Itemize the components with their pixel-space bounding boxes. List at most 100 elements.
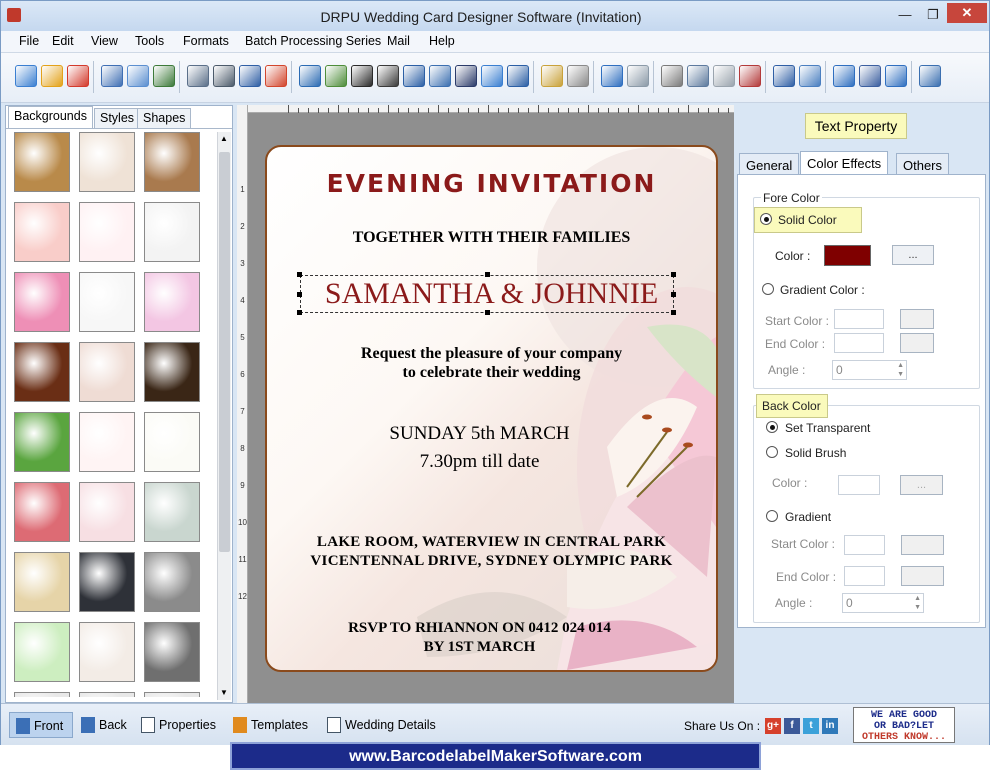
tab-front[interactable]: Front [9, 712, 73, 738]
selection-handle[interactable] [671, 310, 676, 315]
back-gradient-label[interactable]: Gradient [785, 510, 831, 524]
selection-handle[interactable] [671, 272, 676, 277]
thumbnail-bg-dark-border[interactable] [79, 552, 135, 612]
scroll-down-icon[interactable]: ▼ [220, 688, 228, 697]
selection-handle[interactable] [297, 272, 302, 277]
barcode2-icon[interactable] [377, 65, 399, 87]
thumbnail-bg-couples[interactable] [79, 272, 135, 332]
vertical-scrollbar[interactable]: ▲ ▼ [217, 132, 231, 700]
thumbnail-bg-floral-gold[interactable] [14, 132, 70, 192]
undo-icon[interactable] [601, 65, 623, 87]
thumbnail-bg-leaf-bird[interactable] [14, 412, 70, 472]
back-end-color-button[interactable] [901, 566, 944, 586]
save-icon[interactable] [101, 65, 123, 87]
thumbnail-bg-rose-petals[interactable] [79, 412, 135, 472]
card-date[interactable]: SUNDAY 5th MARCH [267, 423, 704, 445]
export-icon[interactable] [153, 65, 175, 87]
facebook-icon[interactable]: f [784, 718, 800, 734]
tab-shapes[interactable]: Shapes [137, 108, 192, 128]
properties-icon[interactable] [187, 65, 209, 87]
word-art-icon[interactable] [429, 65, 451, 87]
selection-handle[interactable] [297, 292, 302, 297]
card-venue-line2[interactable]: VICENTENNAL DRIVE, SYDNEY OLYMPIC PARK [267, 553, 716, 570]
spinner-arrows-icon[interactable]: ▲ ▼ [897, 361, 904, 379]
tab-styles[interactable]: Styles [94, 108, 141, 128]
database-icon[interactable] [541, 65, 563, 87]
fore-end-color-swatch[interactable] [834, 333, 884, 353]
fore-angle-spinner[interactable]: 0 ▲ ▼ [832, 360, 907, 380]
restore-button[interactable]: ❐ [919, 5, 947, 25]
tab-wedding-details[interactable]: Wedding Details [321, 712, 444, 738]
invitation-card[interactable]: EVENING INVITATION TOGETHER WITH THEIR F… [265, 145, 718, 672]
solid-color-radio[interactable] [760, 213, 772, 225]
menu-view[interactable]: View [91, 34, 118, 48]
thumbnail-bg-pink-flowers[interactable] [14, 202, 70, 262]
back-color-browse-button[interactable]: ... [900, 475, 943, 495]
selection-handle[interactable] [485, 310, 490, 315]
close-button[interactable]: ✕ [947, 3, 987, 23]
database2-icon[interactable] [567, 65, 589, 87]
save-as-icon[interactable] [127, 65, 149, 87]
tab-back[interactable]: Back [75, 712, 135, 738]
back-gradient-radio[interactable] [766, 510, 778, 522]
text-icon[interactable] [403, 65, 425, 87]
selection-handle[interactable] [671, 292, 676, 297]
thumbnail-bg-hearts-outline[interactable] [79, 202, 135, 262]
print-icon[interactable] [213, 65, 235, 87]
image-icon[interactable] [325, 65, 347, 87]
zoom-icon[interactable] [919, 65, 941, 87]
thumbnail-bg-paisley[interactable] [79, 132, 135, 192]
back-end-color-swatch[interactable] [844, 566, 885, 586]
selection-handle[interactable] [485, 272, 490, 277]
thumbnail-bg-partial-1[interactable] [14, 692, 70, 697]
website-banner[interactable]: www.BarcodelabelMakerSoftware.com [230, 742, 761, 770]
back-angle-spinner[interactable]: 0 ▲ ▼ [842, 593, 924, 613]
thumbnail-bg-temple[interactable] [144, 202, 200, 262]
set-transparent-label[interactable]: Set Transparent [785, 421, 870, 435]
menu-file[interactable]: File [19, 34, 39, 48]
thumbnail-bg-ganesha[interactable] [14, 342, 70, 402]
close-file-icon[interactable] [67, 65, 89, 87]
card-rsvp-line2[interactable]: BY 1ST MARCH [267, 639, 704, 656]
bring-front-icon[interactable] [773, 65, 795, 87]
thumbnail-bg-pink-pattern[interactable] [79, 482, 135, 542]
thumbnail-bg-black-floral[interactable] [144, 342, 200, 402]
line-icon[interactable] [507, 65, 529, 87]
thumbnail-bg-lace-gray[interactable] [144, 552, 200, 612]
card-families-line[interactable]: TOGETHER WITH THEIR FAMILIES [267, 229, 716, 247]
tab-backgrounds[interactable]: Backgrounds [8, 106, 93, 128]
fore-end-color-button[interactable] [900, 333, 934, 353]
print-preview-icon[interactable] [239, 65, 261, 87]
thumbnail-bg-pink-swirl[interactable] [144, 272, 200, 332]
thumbnail-bg-partial-3[interactable] [144, 692, 200, 697]
menu-formats[interactable]: Formats [183, 34, 229, 48]
thumbnail-bg-mandala[interactable] [144, 482, 200, 542]
actual-size-icon[interactable] [859, 65, 881, 87]
redo-icon[interactable] [627, 65, 649, 87]
thumbnail-bg-weave-brown[interactable] [144, 132, 200, 192]
fore-color-browse-button[interactable]: ... [892, 245, 934, 265]
thumbnail-bg-pink-hearts[interactable] [14, 272, 70, 332]
set-transparent-radio[interactable] [766, 421, 778, 433]
twitter-icon[interactable]: t [803, 718, 819, 734]
gradient-color-label[interactable]: Gradient Color : [780, 283, 865, 297]
scroll-thumb[interactable] [219, 152, 230, 552]
gradient-color-radio[interactable] [762, 283, 774, 295]
delete-icon[interactable] [739, 65, 761, 87]
solid-brush-radio[interactable] [766, 446, 778, 458]
scroll-up-icon[interactable]: ▲ [220, 134, 228, 143]
open-icon[interactable] [41, 65, 63, 87]
fore-start-color-swatch[interactable] [834, 309, 884, 329]
gift-icon[interactable] [265, 65, 287, 87]
cut-icon[interactable] [661, 65, 683, 87]
back-start-color-button[interactable] [901, 535, 944, 555]
back-start-color-swatch[interactable] [844, 535, 885, 555]
thumbnail-bg-white-floral[interactable] [79, 622, 135, 682]
new-icon[interactable] [15, 65, 37, 87]
thumbnail-bg-elephant[interactable] [79, 342, 135, 402]
minimize-button[interactable]: — [891, 5, 919, 25]
thumbnail-bg-cream-rose[interactable] [14, 552, 70, 612]
grid-icon[interactable] [833, 65, 855, 87]
barcode-icon[interactable] [351, 65, 373, 87]
card-request-line1[interactable]: Request the pleasure of your company [267, 345, 716, 363]
